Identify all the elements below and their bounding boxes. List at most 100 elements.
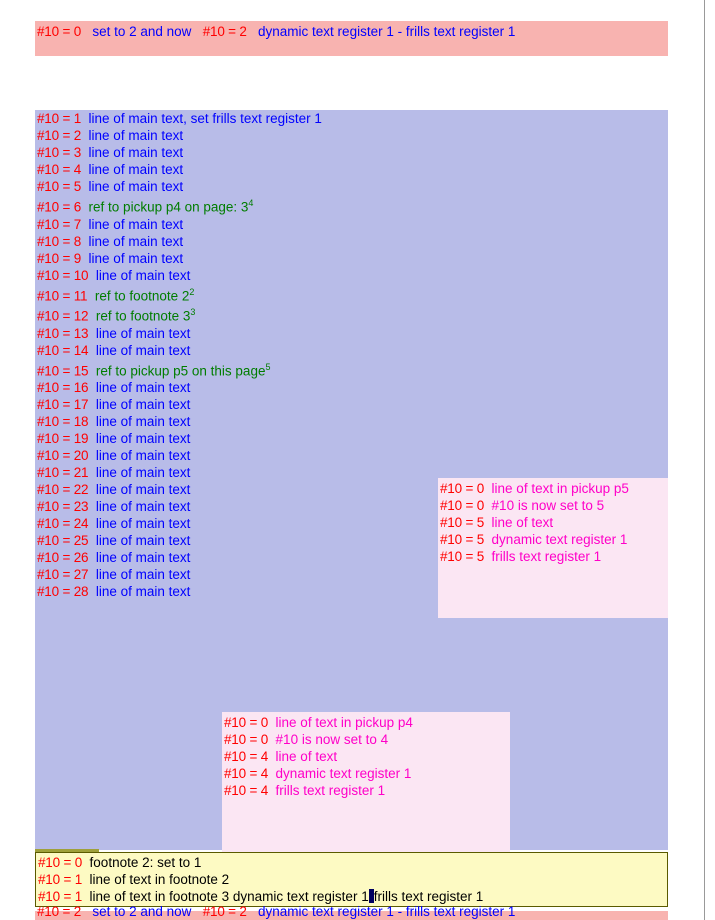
- register-value: #10 = 0: [224, 732, 268, 747]
- pickup-p5-frame[interactable]: #10 = 0 line of text in pickup p5#10 = 0…: [438, 478, 668, 618]
- page-edge-rule: [704, 0, 705, 920]
- register-value: #10 = 12: [37, 309, 88, 324]
- main-line: #10 = 10 line of main text: [35, 267, 668, 284]
- pickup-line: #10 = 5 dynamic text register 1: [438, 531, 668, 548]
- register-value: #10 = 19: [37, 431, 88, 446]
- register-value: #10 = 4: [224, 783, 268, 798]
- main-line: #10 = 2 line of main text: [35, 127, 668, 144]
- header-band: #10 = 0 set to 2 and now #10 = 2 dynamic…: [35, 21, 668, 56]
- register-value: #10 = 5: [440, 532, 484, 547]
- register-value: #10 = 24: [37, 516, 88, 531]
- line-text: line of main text, set frills text regis…: [89, 111, 322, 126]
- register-value: #10 = 4: [37, 162, 81, 177]
- line-text: line of main text: [96, 567, 191, 582]
- main-line: #10 = 1 line of main text, set frills te…: [35, 110, 668, 127]
- pickup-line: #10 = 4 dynamic text register 1: [222, 765, 510, 782]
- register-value: #10 = 6: [37, 200, 81, 215]
- register-value: #10 = 13: [37, 326, 88, 341]
- line-text: ref to pickup p4 on page: 3: [89, 200, 249, 215]
- register-value: #10 = 0: [38, 855, 82, 870]
- footer-text-before: set to 2 and now: [92, 904, 191, 919]
- line-text: ref to pickup p5 on this page: [96, 363, 266, 378]
- line-text: line of main text: [96, 550, 191, 565]
- register-value: #10 = 16: [37, 380, 88, 395]
- main-line: #10 = 8 line of main text: [35, 233, 668, 250]
- register-value: #10 = 5: [37, 179, 81, 194]
- line-text: line of main text: [96, 397, 191, 412]
- register-value: #10 = 1: [37, 111, 81, 126]
- line-text: line of main text: [96, 380, 191, 395]
- footer-band: #10 = 2 set to 2 and now #10 = 2 dynamic…: [35, 911, 668, 920]
- pickup-line: #10 = 5 line of text: [438, 514, 668, 531]
- line-text: line of text in footnote 3 dynamic text …: [90, 889, 369, 904]
- footer-line: #10 = 2 set to 2 and now #10 = 2 dynamic…: [35, 903, 668, 920]
- line-text: line of main text: [89, 234, 184, 249]
- register-value: #10 = 9: [37, 251, 81, 266]
- line-text: frills text register 1: [492, 549, 602, 564]
- main-line: #10 = 4 line of main text: [35, 161, 668, 178]
- main-line: #10 = 14 line of main text: [35, 342, 668, 359]
- line-text: dynamic text register 1: [276, 766, 412, 781]
- line-text: line of main text: [96, 414, 191, 429]
- line-text: ref to footnote 3: [96, 309, 191, 324]
- register-value: #10 = 14: [37, 343, 88, 358]
- register-value: #10 = 2: [37, 128, 81, 143]
- line-text: line of text: [276, 749, 338, 764]
- main-line: #10 = 12 ref to footnote 33: [35, 304, 668, 325]
- line-text: line of text: [492, 515, 554, 530]
- register-value: #10 = 17: [37, 397, 88, 412]
- register-value: #10 = 20: [37, 448, 88, 463]
- pickup-line: #10 = 0 #10 is now set to 5: [438, 497, 668, 514]
- superscript-ref: 2: [189, 287, 194, 297]
- line-text: line of main text: [96, 516, 191, 531]
- pickup-line: #10 = 0 line of text in pickup p5: [438, 480, 668, 497]
- main-line: #10 = 18 line of main text: [35, 413, 668, 430]
- line-text: line of main text: [89, 179, 184, 194]
- register-value: #10 = 0: [440, 481, 484, 496]
- pickup-line: #10 = 0 #10 is now set to 4: [222, 731, 510, 748]
- register-value: #10 = 11: [37, 288, 87, 303]
- register-value: #10 = 0: [224, 715, 268, 730]
- register-value: #10 = 8: [37, 234, 81, 249]
- pickup-line: #10 = 4 line of text: [222, 748, 510, 765]
- footnote-frame[interactable]: #10 = 0 footnote 2: set to 1 #10 = 1 line…: [35, 852, 668, 907]
- register-value: #10 = 3: [37, 145, 81, 160]
- footer-reg: #10 = 2: [37, 904, 81, 919]
- line-text: frills text register 1: [276, 783, 386, 798]
- main-line: #10 = 16 line of main text: [35, 379, 668, 396]
- register-value: #10 = 10: [37, 268, 88, 283]
- register-value: #10 = 7: [37, 217, 81, 232]
- line-text: #10 is now set to 4: [276, 732, 389, 747]
- line-text: line of text in pickup p5: [492, 481, 629, 496]
- register-value: #10 = 4: [224, 749, 268, 764]
- main-line: #10 = 19 line of main text: [35, 430, 668, 447]
- line-text: line of main text: [96, 465, 191, 480]
- header-reg2: #10 = 2: [203, 24, 247, 39]
- line-text: line of main text: [89, 251, 184, 266]
- footer-reg2: #10 = 2: [203, 904, 247, 919]
- line-text: line of main text: [89, 145, 184, 160]
- line-text: #10 is now set to 5: [492, 498, 605, 513]
- pickup-line: #10 = 5 frills text register 1: [438, 548, 668, 565]
- line-text: line of main text: [96, 584, 191, 599]
- superscript-ref: 5: [265, 362, 270, 372]
- footer-text-after: dynamic text register 1 - frills text re…: [258, 904, 515, 919]
- line-text: line of text in footnote 2: [90, 872, 230, 887]
- line-text: line of main text: [96, 268, 191, 283]
- register-value: #10 = 1: [38, 889, 82, 904]
- register-value: #10 = 26: [37, 550, 88, 565]
- main-line: #10 = 5 line of main text: [35, 178, 668, 195]
- line-text: line of main text: [96, 326, 191, 341]
- pickup-p4-frame[interactable]: #10 = 0 line of text in pickup p4#10 = 0…: [222, 712, 510, 852]
- main-line: #10 = 17 line of main text: [35, 396, 668, 413]
- line-text: footnote 2: set to 1: [90, 855, 202, 870]
- line-text: line of main text: [96, 343, 191, 358]
- register-value: #10 = 25: [37, 533, 88, 548]
- register-value: #10 = 15: [37, 363, 88, 378]
- register-value: #10 = 27: [37, 567, 88, 582]
- main-line: #10 = 20 line of main text: [35, 447, 668, 464]
- register-value: #10 = 0: [440, 498, 484, 513]
- register-value: #10 = 28: [37, 584, 88, 599]
- register-value: #10 = 5: [440, 515, 484, 530]
- header-text-before: set to 2 and now: [92, 24, 191, 39]
